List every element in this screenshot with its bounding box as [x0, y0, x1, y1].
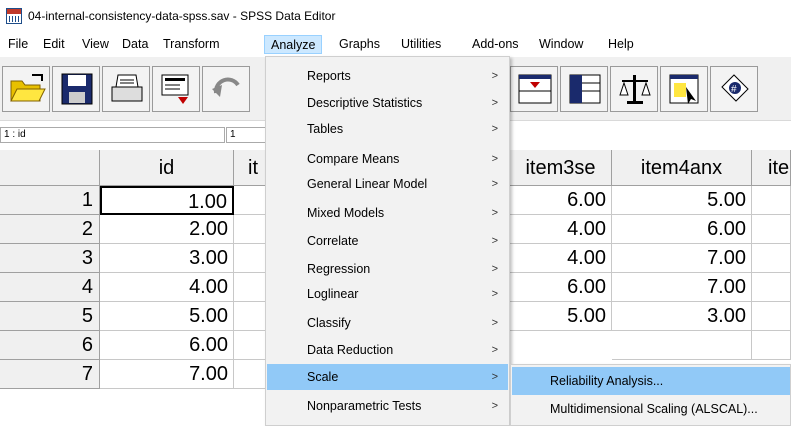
menu-item-reports[interactable]: Reports > — [267, 63, 508, 89]
analyze-menu: Reports > Descriptive Statistics > Tables >… — [265, 56, 510, 426]
menu-item-loglinear[interactable]: Loglinear > — [267, 281, 508, 307]
data-cell[interactable]: 4.00 — [510, 215, 612, 244]
undo-icon[interactable] — [202, 66, 250, 112]
variables-icon[interactable] — [560, 66, 608, 112]
row-header[interactable]: 5 — [0, 302, 100, 331]
menu-view[interactable]: View — [76, 35, 115, 54]
data-cell[interactable]: 7.00 — [100, 360, 234, 389]
print-icon[interactable] — [102, 66, 150, 112]
window-title: 04-internal-consistency-data-spss.sav - … — [28, 9, 336, 23]
submenu-arrow-icon: > — [491, 235, 498, 247]
menu-item-classify[interactable]: Classify > — [267, 310, 508, 336]
data-cell[interactable] — [752, 302, 791, 331]
menu-bar: File Edit View Data Transform Analyze Gr… — [0, 32, 791, 56]
scale-submenu: Reliability Analysis... Multidimensional… — [510, 364, 791, 426]
data-cell[interactable]: 4.00 — [510, 244, 612, 273]
data-cell[interactable] — [752, 244, 791, 273]
row-header[interactable]: 2 — [0, 215, 100, 244]
submenu-arrow-icon: > — [491, 97, 498, 109]
menu-item-reliability-analysis[interactable]: Reliability Analysis... — [512, 367, 790, 395]
menu-graphs[interactable]: Graphs — [333, 35, 386, 54]
data-cell[interactable]: 6.00 — [510, 186, 612, 215]
data-cell[interactable] — [752, 215, 791, 244]
data-cell[interactable] — [752, 186, 791, 215]
submenu-arrow-icon: > — [491, 263, 498, 275]
title-bar: 04-internal-consistency-data-spss.sav - … — [0, 0, 791, 32]
data-cell[interactable] — [752, 273, 791, 302]
menu-item-descriptive-statistics[interactable]: Descriptive Statistics > — [267, 90, 508, 116]
data-cell[interactable]: 6.00 — [510, 273, 612, 302]
row-header[interactable]: 3 — [0, 244, 100, 273]
select-cases-icon[interactable] — [660, 66, 708, 112]
column-header-item3se[interactable]: item3se — [510, 150, 612, 186]
column-header-id[interactable]: id — [100, 150, 234, 186]
save-disk-icon[interactable] — [52, 66, 100, 112]
menu-item-general-linear-model[interactable]: General Linear Model > — [267, 171, 508, 197]
submenu-arrow-icon: > — [491, 344, 498, 356]
column-header-item5[interactable]: ite — [752, 150, 791, 186]
data-cell[interactable]: 3.00 — [100, 244, 234, 273]
menu-item-data-reduction[interactable]: Data Reduction > — [267, 337, 508, 363]
menu-analyze[interactable]: Analyze — [264, 35, 323, 54]
dialog-recall-icon[interactable] — [152, 66, 200, 112]
menu-data[interactable]: Data — [116, 35, 154, 54]
data-cell[interactable]: 2.00 — [100, 215, 234, 244]
cell-value-input[interactable]: 1 — [226, 127, 266, 143]
row-header[interactable]: 6 — [0, 331, 100, 360]
data-cell[interactable]: 1.00 — [100, 186, 234, 215]
data-cell[interactable]: 5.00 — [100, 302, 234, 331]
row-header[interactable]: 1 — [0, 186, 100, 215]
svg-text:#: # — [731, 84, 737, 95]
menu-item-tables[interactable]: Tables > — [267, 116, 508, 142]
submenu-arrow-icon: > — [491, 123, 498, 135]
open-folder-icon[interactable] — [2, 66, 50, 112]
data-cell[interactable]: 6.00 — [612, 215, 752, 244]
goto-variable-icon[interactable] — [510, 66, 558, 112]
corner-header — [0, 150, 100, 186]
menu-file[interactable]: File — [2, 35, 34, 54]
menu-item-scale[interactable]: Scale > — [267, 364, 508, 390]
menu-item-multidimensional-scaling[interactable]: Multidimensional Scaling (ALSCAL)... — [512, 395, 790, 423]
menu-help[interactable]: Help — [602, 35, 640, 54]
column-header-item4anx[interactable]: item4anx — [612, 150, 752, 186]
data-cell[interactable]: 6.00 — [100, 331, 234, 360]
menu-item-nonparametric-tests[interactable]: Nonparametric Tests > — [267, 393, 508, 419]
menu-item-mixed-models[interactable]: Mixed Models > — [267, 200, 508, 226]
data-cell[interactable]: 4.00 — [100, 273, 234, 302]
data-cell[interactable]: 5.00 — [510, 302, 612, 331]
submenu-arrow-icon: > — [491, 400, 498, 412]
data-cell[interactable] — [612, 331, 752, 360]
menu-item-correlate[interactable]: Correlate > — [267, 228, 508, 254]
data-cell[interactable]: 7.00 — [612, 244, 752, 273]
cell-reference-box: 1 : id — [0, 127, 225, 143]
data-cell[interactable] — [752, 331, 791, 360]
menu-item-compare-means[interactable]: Compare Means > — [267, 146, 508, 172]
row-header[interactable]: 7 — [0, 360, 100, 389]
menu-transform[interactable]: Transform — [157, 35, 226, 54]
row-header[interactable]: 4 — [0, 273, 100, 302]
weight-cases-icon[interactable] — [610, 66, 658, 112]
submenu-arrow-icon: > — [491, 178, 498, 190]
submenu-arrow-icon: > — [491, 317, 498, 329]
submenu-arrow-icon: > — [491, 70, 498, 82]
data-cell[interactable]: 5.00 — [612, 186, 752, 215]
menu-edit[interactable]: Edit — [37, 35, 71, 54]
submenu-arrow-icon: > — [491, 371, 498, 383]
submenu-arrow-icon: > — [491, 207, 498, 219]
data-cell[interactable]: 3.00 — [612, 302, 752, 331]
submenu-arrow-icon: > — [491, 153, 498, 165]
value-labels-icon[interactable]: # — [710, 66, 758, 112]
menu-utilities[interactable]: Utilities — [395, 35, 447, 54]
submenu-arrow-icon: > — [491, 288, 498, 300]
menu-add-ons[interactable]: Add-ons — [466, 35, 525, 54]
spss-app-icon — [6, 8, 22, 24]
menu-item-regression[interactable]: Regression > — [267, 256, 508, 282]
menu-window[interactable]: Window — [533, 35, 589, 54]
data-cell[interactable]: 7.00 — [612, 273, 752, 302]
